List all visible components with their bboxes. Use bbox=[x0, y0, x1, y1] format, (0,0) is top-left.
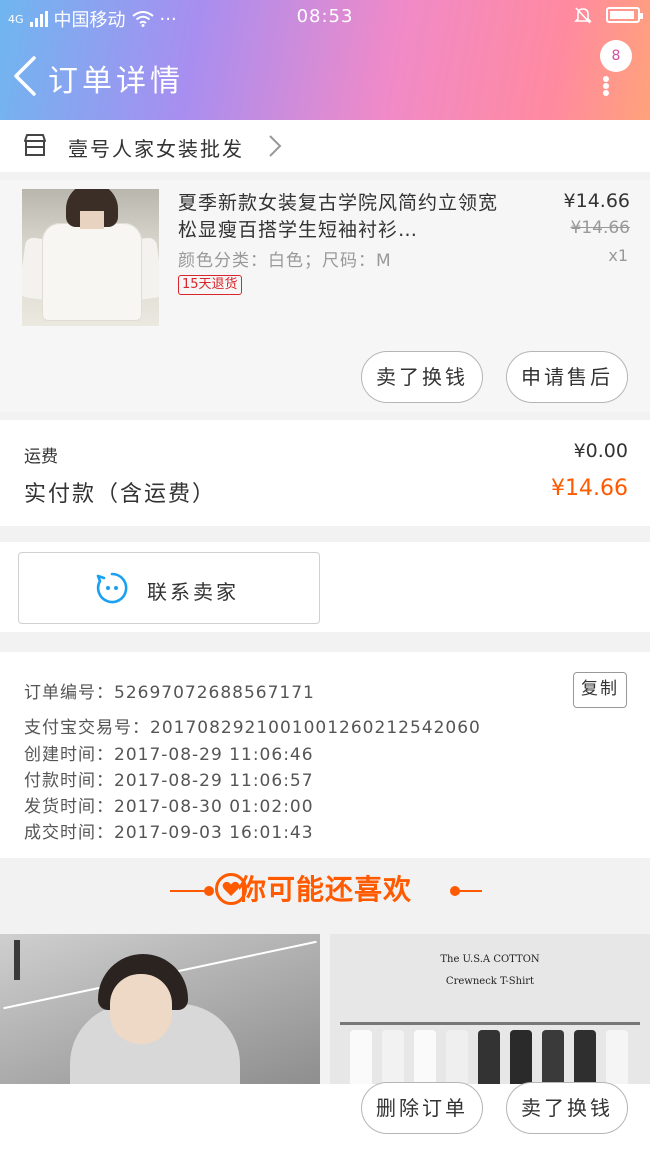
mute-bell-icon bbox=[574, 7, 592, 24]
product-price: ¥14.66 bbox=[563, 190, 630, 212]
order-number: 订单编号：52697072688567171 bbox=[24, 683, 315, 703]
shop-row[interactable]: 壹号人家女装批发 bbox=[0, 120, 650, 172]
completed-time: 成交时间：2017-09-03 16:01:43 bbox=[24, 823, 314, 843]
paid-time: 付款时间：2017-08-29 11:06:57 bbox=[24, 771, 314, 791]
product-spec: 颜色分类：白色；尺码：M bbox=[178, 251, 392, 271]
recommend-grid: The U.S.A COTTON Crewneck T-Shirt bbox=[0, 934, 650, 1084]
recommend-header: 你可能还喜欢 bbox=[0, 860, 650, 924]
order-info: 订单编号：52697072688567171 复制 支付宝交易号：2017082… bbox=[0, 652, 650, 858]
freight-value: ¥0.00 bbox=[573, 440, 628, 462]
paid-label: 实付款（含运费） bbox=[24, 482, 217, 507]
message-count-badge[interactable]: 8 bbox=[600, 40, 632, 72]
status-bar: 4G 中国移动 ··· 08:53 bbox=[0, 0, 650, 34]
shipped-time: 发货时间：2017-08-30 01:02:00 bbox=[24, 797, 314, 817]
battery-icon bbox=[606, 7, 643, 23]
shop-icon bbox=[24, 134, 46, 156]
status-right bbox=[574, 6, 643, 24]
contact-seller-label: 联系卖家 bbox=[147, 580, 239, 604]
delete-order-button[interactable]: 删除订单 bbox=[361, 1082, 483, 1134]
copy-button[interactable]: 复制 bbox=[573, 672, 627, 708]
recommend-item[interactable]: The U.S.A COTTON Crewneck T-Shirt bbox=[330, 934, 650, 1084]
divider-right bbox=[452, 890, 482, 892]
status-time: 08:53 bbox=[296, 6, 354, 27]
recommend-title: 你可能还喜欢 bbox=[237, 873, 412, 906]
fee-summary: 运费 ¥0.00 实付款（含运费） ¥14.66 bbox=[0, 420, 650, 526]
top-header-area: 4G 中国移动 ··· 08:53 订单详情 8 bbox=[0, 0, 650, 120]
return-policy-badge: 15天退货 bbox=[178, 275, 242, 295]
recommend-item-text-2: Crewneck T-Shirt bbox=[445, 976, 535, 987]
shop-name: 壹号人家女装批发 bbox=[68, 137, 244, 161]
apply-after-sale-button[interactable]: 申请售后 bbox=[506, 351, 628, 403]
product-title[interactable]: 夏季新款女装复古学院风简约立领宽松显瘦百搭学生短袖衬衫… bbox=[178, 190, 508, 244]
page-title: 订单详情 bbox=[48, 64, 184, 99]
back-arrow-icon[interactable] bbox=[10, 54, 40, 98]
paid-value: ¥14.66 bbox=[551, 476, 628, 501]
contact-seller-button[interactable]: 联系卖家 bbox=[18, 552, 320, 624]
sell-for-cash-button-bottom[interactable]: 卖了换钱 bbox=[506, 1082, 628, 1134]
product-card: 夏季新款女装复古学院风简约立领宽松显瘦百搭学生短袖衬衫… 颜色分类：白色；尺码：… bbox=[0, 180, 650, 412]
product-quantity: x1 bbox=[608, 246, 628, 265]
bottom-action-bar: 删除订单 卖了换钱 bbox=[0, 1082, 650, 1155]
created-time: 创建时间：2017-08-29 11:06:46 bbox=[24, 745, 314, 765]
alipay-trade-number: 支付宝交易号：2017082921001001260212542060 bbox=[24, 718, 481, 738]
more-menu-icon[interactable] bbox=[603, 76, 609, 96]
recommend-item[interactable] bbox=[0, 934, 320, 1084]
nav-header: 订单详情 8 bbox=[0, 34, 650, 120]
product-original-price: ¥14.66 bbox=[570, 218, 630, 238]
recommend-item-text-1: The U.S.A COTTON bbox=[440, 954, 540, 965]
sell-for-cash-button[interactable]: 卖了换钱 bbox=[361, 351, 483, 403]
freight-label: 运费 bbox=[24, 447, 58, 467]
chevron-right-icon bbox=[269, 135, 282, 157]
product-image[interactable] bbox=[22, 189, 159, 326]
contact-section: 联系卖家 bbox=[0, 542, 650, 632]
chat-face-icon bbox=[96, 572, 128, 604]
